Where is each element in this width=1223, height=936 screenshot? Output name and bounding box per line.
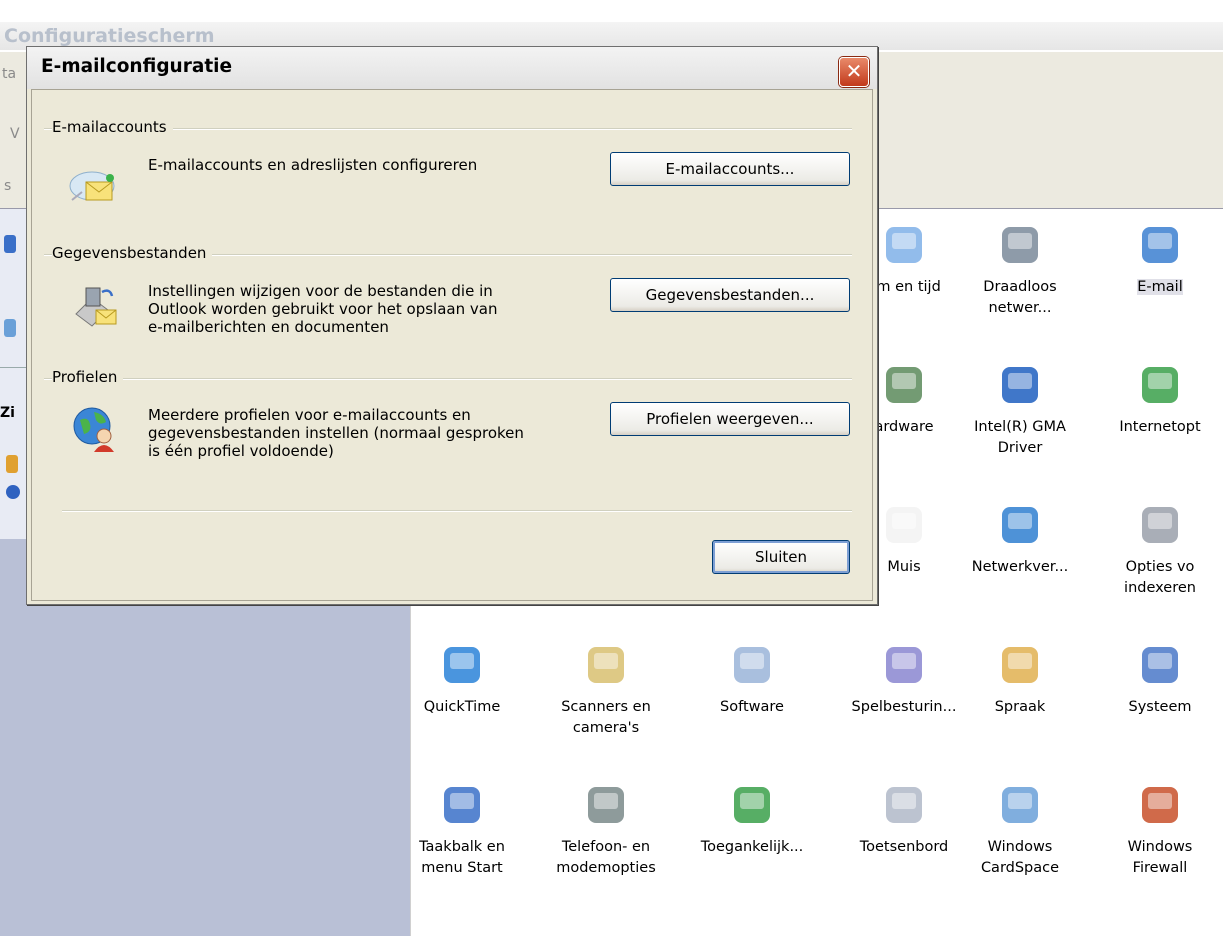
control-panel-item-label: Telefoon- en modemopties (556, 839, 656, 876)
clock-icon (880, 221, 928, 269)
windows-update-icon[interactable] (6, 455, 18, 473)
internet-options-icon (1136, 361, 1184, 409)
control-panel-item[interactable]: Telefoon- en modemopties (541, 781, 671, 879)
group-divider (44, 378, 852, 380)
control-panel-item[interactable]: Software (687, 641, 817, 718)
control-panel-item-label: Software (720, 699, 784, 715)
profiles-icon (73, 407, 114, 452)
scanner-camera-icon (582, 641, 630, 689)
accessibility-icon (728, 781, 776, 829)
taskbar-icon (438, 781, 486, 829)
email-config-dialog: E-mailconfiguratie ✕ E-mailaccounts E-ma… (26, 46, 878, 605)
control-panel-item[interactable]: Intel(R) GMA Driver (955, 361, 1085, 459)
profiles-description: Meerdere profielen voor e-mailaccounts e… (148, 406, 524, 460)
task-pane-fragment: Zi (0, 405, 15, 421)
control-panel-item-label: Toetsenbord (859, 839, 949, 855)
control-panel-item[interactable]: E-mail (1095, 221, 1223, 298)
software-cd-icon (728, 641, 776, 689)
control-panel-item[interactable]: Toetsenbord (839, 781, 969, 858)
address-fragment: s (4, 178, 12, 194)
dialog-title: E-mailconfiguratie (41, 56, 233, 77)
keyboard-icon (880, 781, 928, 829)
email-accounts-description: E-mailaccounts en adreslijsten configure… (148, 156, 478, 174)
quicktime-icon (438, 641, 486, 689)
control-panel-item-label: Internetopt (1119, 419, 1201, 435)
menu-fragment: ta (2, 66, 17, 82)
email-accounts-icon (69, 171, 115, 201)
system-monitor-icon (1136, 641, 1184, 689)
toolbar-fragment: V (10, 126, 20, 142)
dialog-body: E-mailaccounts E-mailaccounts en adresli… (31, 89, 873, 601)
control-panel-item[interactable]: QuickTime (397, 641, 527, 718)
control-panel-item-label: Windows Firewall (1127, 839, 1193, 876)
data-files-button[interactable]: Gegevensbestanden... (610, 278, 850, 312)
control-panel-item-label: Opties vo indexeren (1124, 559, 1196, 596)
cardspace-icon (996, 781, 1044, 829)
control-panel-item-label: Draadloos netwer... (983, 279, 1057, 316)
close-button[interactable]: Sluiten (712, 540, 850, 574)
data-files-icon (75, 287, 117, 327)
group-title-email-accounts: E-mailaccounts (52, 118, 173, 136)
data-files-description: Instellingen wijzigen voor de bestanden … (148, 282, 498, 336)
control-panel-item-label: Systeem (1128, 699, 1192, 715)
control-panel-item[interactable]: Opties vo indexeren (1095, 501, 1223, 599)
control-panel-item-label: Taakbalk en menu Start (419, 839, 505, 876)
firewall-icon (1136, 781, 1184, 829)
task-icon[interactable] (4, 235, 16, 253)
gamepad-icon (880, 641, 928, 689)
control-panel-item-label: Spraak (994, 699, 1046, 715)
control-panel-item[interactable]: Draadloos netwer... (955, 221, 1085, 319)
footer-divider (62, 510, 852, 512)
control-panel-item[interactable]: Windows Firewall (1095, 781, 1223, 879)
control-panel-item[interactable]: Taakbalk en menu Start (397, 781, 527, 879)
control-panel-item-label: Windows CardSpace (980, 839, 1060, 876)
control-panel-item[interactable]: Scanners en camera's (541, 641, 671, 739)
control-panel-item-label: Netwerkver... (971, 559, 1069, 575)
task-icon[interactable] (4, 319, 16, 337)
control-panel-item-label: Toegankelijk... (700, 839, 804, 855)
control-panel-item[interactable]: Systeem (1095, 641, 1223, 718)
control-panel-item-label: E-mail (1137, 279, 1183, 295)
profiles-button[interactable]: Profielen weergeven... (610, 402, 850, 436)
control-panel-item-label: Spelbesturin... (851, 699, 957, 715)
control-panel-item[interactable]: Spraak (955, 641, 1085, 718)
control-panel-item-label: QuickTime (423, 699, 501, 715)
control-panel-item[interactable]: Windows CardSpace (955, 781, 1085, 879)
control-panel-item[interactable]: Spelbesturin... (839, 641, 969, 718)
dialog-titlebar[interactable]: E-mailconfiguratie ✕ (27, 47, 877, 89)
control-panel-item[interactable]: Netwerkver... (955, 501, 1085, 578)
email-accounts-button[interactable]: E-mailaccounts... (610, 152, 850, 186)
control-panel-item-label: Intel(R) GMA Driver (974, 419, 1066, 456)
group-title-profiles: Profielen (52, 368, 124, 386)
group-title-data-files: Gegevensbestanden (52, 244, 213, 262)
hardware-icon (880, 361, 928, 409)
control-panel-item[interactable]: Toegankelijk... (687, 781, 817, 858)
intel-gma-icon (996, 361, 1044, 409)
email-icon (1136, 221, 1184, 269)
phone-modem-icon (582, 781, 630, 829)
wireless-usb-icon (996, 221, 1044, 269)
search-index-icon (1136, 501, 1184, 549)
control-panel-item[interactable]: Internetopt (1095, 361, 1223, 438)
help-icon[interactable] (6, 485, 20, 499)
speech-icon (996, 641, 1044, 689)
close-icon[interactable]: ✕ (839, 57, 869, 87)
control-panel-item-label: Scanners en camera's (561, 699, 651, 736)
mouse-icon (880, 501, 928, 549)
network-globe-icon (996, 501, 1044, 549)
